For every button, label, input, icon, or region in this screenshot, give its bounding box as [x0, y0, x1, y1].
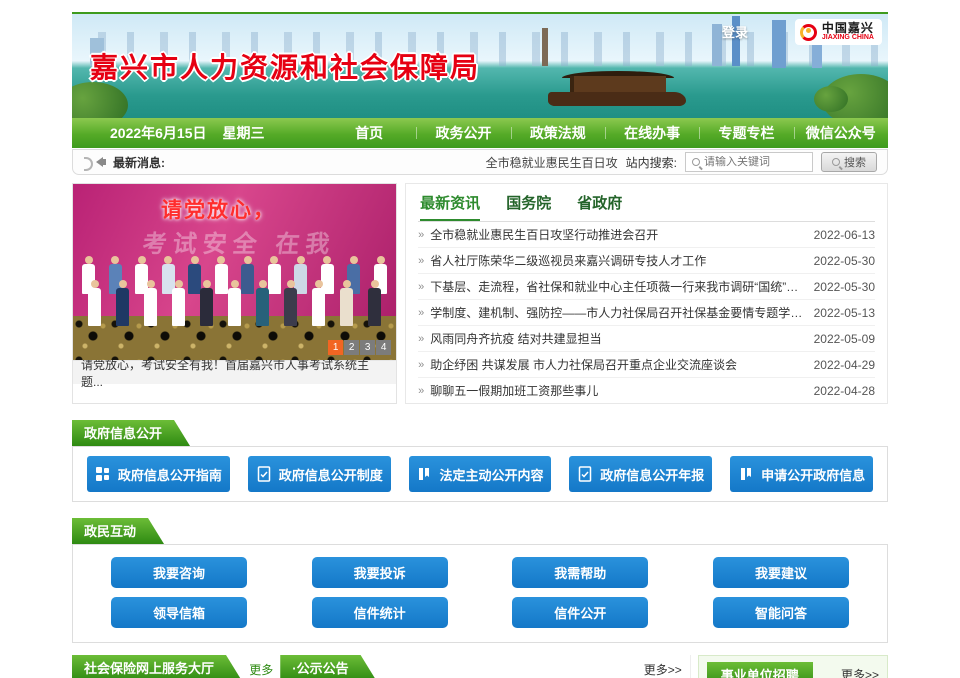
news-item[interactable]: »助企纾困 共谋发展 市人力社保局召开重点企业交流座谈会2022-04-29 [418, 352, 875, 378]
news-item[interactable]: »聊聊五一假期加班工资那些事儿2022-04-28 [418, 378, 875, 403]
news-list: »全市稳就业惠民生百日攻坚行动推进会召开2022-06-13 »省人社厅陈荣华二… [418, 222, 875, 403]
site-banner: 嘉兴市人力资源和社会保障局 登录 中国嘉兴 JIAXING CHINA [72, 12, 888, 118]
carousel-photo[interactable]: 请党放心， 考试安全 在我 1 2 3 4 [73, 184, 396, 360]
social-insurance-header: 社会保险网上服务大厅 [72, 655, 242, 678]
nav-item-wechat[interactable]: 微信公众号 [794, 123, 888, 143]
public-notice-panel: ·公示公告 更多>> »关于设立嘉善技工学校的公示2022-05-18 »关于公… [280, 655, 691, 678]
chevron-marker-icon: » [418, 229, 424, 241]
grid-icon [95, 466, 111, 482]
interaction-section-header: 政民互动 [72, 518, 164, 544]
news-tabs: 最新资讯 国务院 省政府 [418, 184, 875, 222]
ticker-label: 最新消息: [113, 154, 165, 171]
legal-disclosure-button[interactable]: 法定主动公开内容 [409, 456, 552, 492]
gov-info-section: 政府信息公开 政府信息公开指南 政府信息公开制度 法定主动公开内容 政府信息公开… [72, 420, 888, 502]
doc-check-icon [577, 466, 593, 482]
interaction-buttons: 我要咨询 我要投诉 我需帮助 我要建议 领导信箱 信件统计 信件公开 智能问答 [72, 544, 888, 643]
photo-banner-text: 请党放心， [161, 194, 276, 224]
pager-1[interactable]: 1 [328, 340, 343, 355]
news-item[interactable]: »学制度、建机制、强防控——市人力社保局召开社保基金要情专题学习会2022-05… [418, 300, 875, 326]
pager-2[interactable]: 2 [344, 340, 359, 355]
gov-info-section-header: 政府信息公开 [72, 420, 190, 446]
public-notice-header: ·公示公告 [280, 655, 376, 678]
news-ticker-bar: 最新消息: 全市稳就业惠民生百日攻 站内搜索: 搜索 [72, 149, 888, 175]
complaint-button[interactable]: 我要投诉 [312, 557, 448, 588]
page: 嘉兴市人力资源和社会保障局 登录 中国嘉兴 JIAXING CHINA 2022… [0, 0, 960, 678]
gov-info-system-button[interactable]: 政府信息公开制度 [248, 456, 391, 492]
photo-banner-subtext: 考试安全 在我 [141, 224, 337, 259]
carousel-pager: 1 2 3 4 [328, 340, 391, 355]
tree-graphic [72, 82, 128, 118]
gov-info-guide-button[interactable]: 政府信息公开指南 [87, 456, 230, 492]
gov-info-buttons: 政府信息公开指南 政府信息公开制度 法定主动公开内容 政府信息公开年报 申请公开… [72, 446, 888, 502]
news-item[interactable]: »省人社厅陈荣华二级巡视员来嘉兴调研专技人才工作2022-05-30 [418, 248, 875, 274]
nav-date: 2022年6月15日 星期三 [72, 123, 322, 143]
login-link[interactable]: 登录 [722, 22, 748, 41]
need-help-button[interactable]: 我需帮助 [512, 557, 648, 588]
weekday-text: 星期三 [223, 123, 265, 143]
nav-item-gov-info[interactable]: 政务公开 [416, 123, 510, 143]
interaction-section: 政民互动 我要咨询 我要投诉 我需帮助 我要建议 领导信箱 信件统计 信件公开 … [72, 518, 888, 643]
pager-3[interactable]: 3 [360, 340, 375, 355]
logo-text-cn: 中国嘉兴 [822, 22, 874, 34]
nav-item-policy[interactable]: 政策法规 [511, 123, 605, 143]
logo-text-en: JIAXING CHINA [822, 34, 874, 42]
tab-latest-news[interactable]: 最新资讯 [420, 192, 480, 221]
mail-disclosure-button[interactable]: 信件公开 [512, 597, 648, 628]
nav-item-home[interactable]: 首页 [322, 123, 416, 143]
chevron-marker-icon: » [418, 385, 424, 397]
speaker-icon [91, 157, 103, 167]
doc-check-icon [256, 466, 272, 482]
annual-report-button[interactable]: 政府信息公开年报 [569, 456, 712, 492]
main-nav: 2022年6月15日 星期三 首页 政务公开 政策法规 在线办事 专题专栏 微信… [72, 118, 888, 148]
request-disclosure-button[interactable]: 申请公开政府信息 [730, 456, 873, 492]
ticker-marquee: 全市稳就业惠民生百日攻 [486, 154, 618, 171]
boat-graphic [542, 66, 692, 106]
book-icon [416, 466, 432, 482]
search-label: 站内搜索: [626, 154, 677, 171]
suggestion-button[interactable]: 我要建议 [713, 557, 849, 588]
search-icon [692, 158, 700, 166]
jiaxing-logo: 中国嘉兴 JIAXING CHINA [795, 19, 882, 45]
news-panel: 最新资讯 国务院 省政府 »全市稳就业惠民生百日攻坚行动推进会召开2022-06… [405, 183, 888, 404]
content-container: 嘉兴市人力资源和社会保障局 登录 中国嘉兴 JIAXING CHINA 2022… [72, 12, 888, 678]
recruitment-panel: 事业单位招聘 更多>> ·嘉兴市妇幼保健院2022年公开... ·2022年嘉兴… [698, 655, 888, 678]
news-item[interactable]: »下基层、走流程，省社保和就业中心主任项薇一行来我市调研“国统”上线情况2022… [418, 274, 875, 300]
date-text: 2022年6月15日 [110, 123, 207, 143]
pager-4[interactable]: 4 [376, 340, 391, 355]
chevron-marker-icon: » [418, 333, 424, 345]
nav-item-online[interactable]: 在线办事 [605, 123, 699, 143]
notice-more-link[interactable]: 更多>> [644, 661, 682, 678]
chevron-marker-icon: » [418, 359, 424, 371]
social-insurance-panel: 社会保险网上服务大厅 更多 个人(单位)社保证明打印 办事指南 [72, 655, 273, 678]
recruit-more-link[interactable]: 更多>> [841, 666, 879, 678]
recruitment-header: 事业单位招聘 [707, 662, 813, 678]
social-more-link[interactable]: 更多 [249, 661, 273, 678]
mail-stats-button[interactable]: 信件统计 [312, 597, 448, 628]
jiaxing-logo-icon [800, 24, 817, 41]
leader-mailbox-button[interactable]: 领导信箱 [111, 597, 247, 628]
photo-people-front [87, 280, 382, 326]
site-title: 嘉兴市人力资源和社会保障局 [90, 46, 480, 86]
chevron-marker-icon: » [418, 307, 424, 319]
carousel-caption[interactable]: 请党放心，考试安全有我！首届嘉兴市人事考试系统主题... [73, 360, 396, 384]
nav-item-special[interactable]: 专题专栏 [699, 123, 793, 143]
chevron-marker-icon: » [418, 281, 424, 293]
search-box [685, 152, 813, 172]
news-item[interactable]: »全市稳就业惠民生百日攻坚行动推进会召开2022-06-13 [418, 222, 875, 248]
consult-button[interactable]: 我要咨询 [111, 557, 247, 588]
search-icon [832, 158, 840, 166]
tab-provincial-gov[interactable]: 省政府 [577, 192, 622, 221]
photo-carousel[interactable]: 请党放心， 考试安全 在我 1 2 3 4 请党放心，考试安全有我！首届嘉兴市人… [72, 183, 397, 404]
smart-qa-button[interactable]: 智能问答 [713, 597, 849, 628]
news-item[interactable]: »风雨同舟齐抗疫 结对共建显担当2022-05-09 [418, 326, 875, 352]
search-input[interactable] [704, 156, 806, 168]
chevron-marker-icon: » [418, 255, 424, 267]
tab-state-council[interactable]: 国务院 [506, 192, 551, 221]
book-icon [738, 466, 754, 482]
search-button[interactable]: 搜索 [821, 152, 877, 172]
tree-graphic [814, 86, 848, 112]
